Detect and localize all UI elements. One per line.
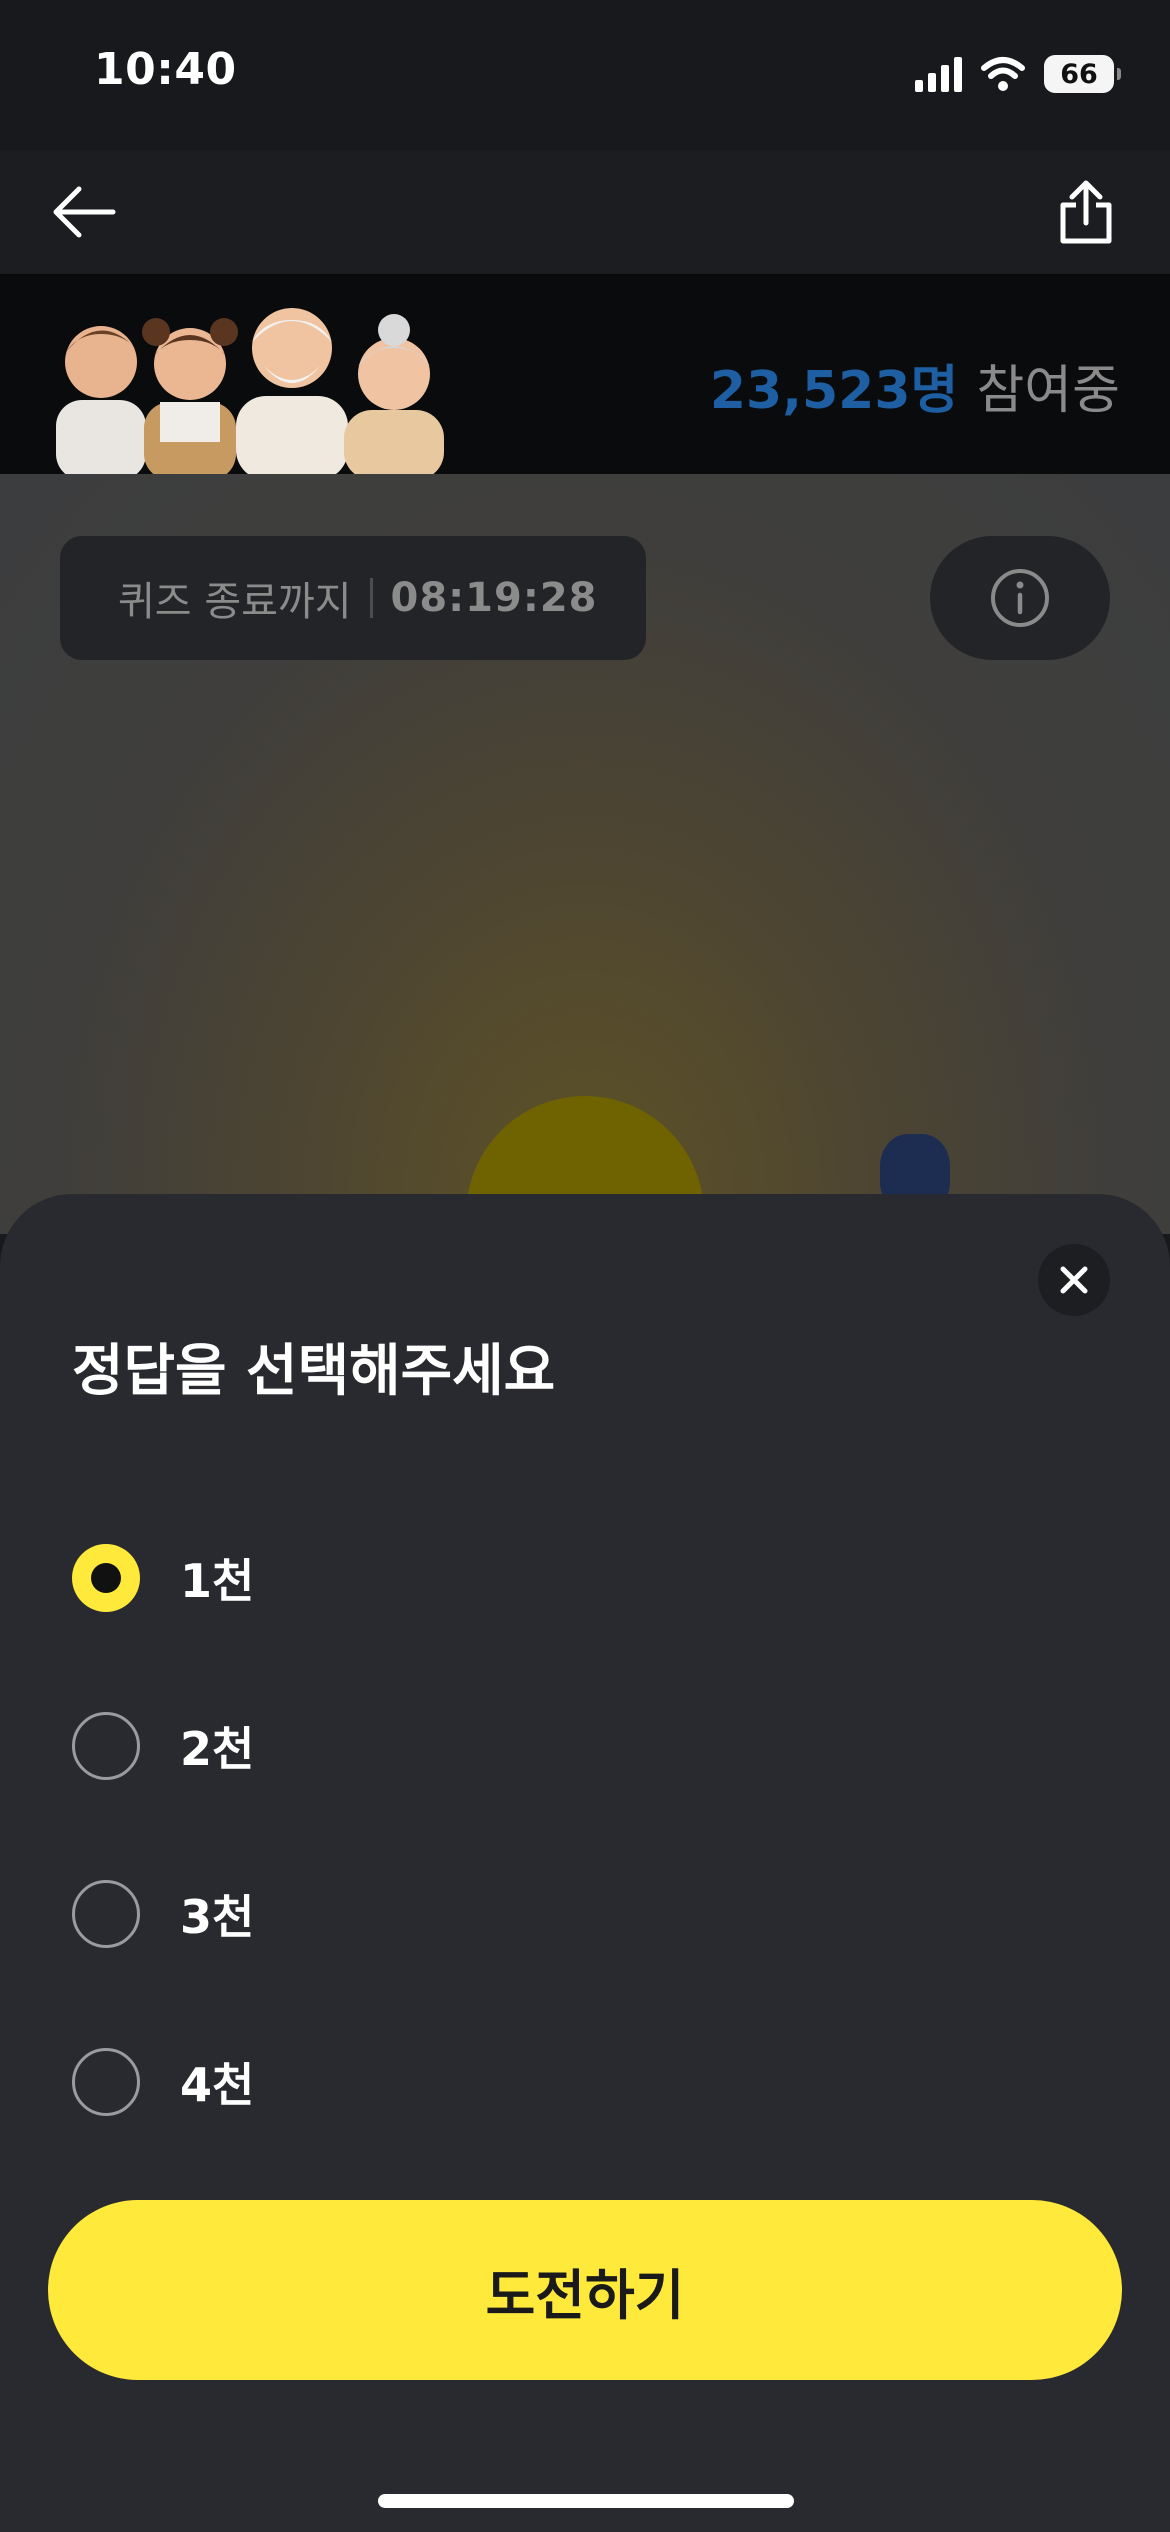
battery-icon: 66	[1044, 55, 1121, 93]
timer-divider	[369, 578, 373, 618]
battery-nub	[1117, 68, 1121, 80]
wifi-icon	[981, 57, 1025, 91]
answer-option-2[interactable]: 2천	[72, 1662, 1072, 1830]
answer-option-label: 2천	[180, 1722, 255, 1776]
sheet-title: 정답을 선택해주세요	[72, 1339, 556, 1404]
participant-suffix: 참여중	[976, 361, 1120, 421]
radio-unselected-icon[interactable]	[72, 1880, 140, 1948]
nav-bar	[0, 150, 1170, 274]
quiz-screen: 10:40 66 23,523명 참여중 퀴즈 종료까지 08:19:28 정답…	[0, 0, 1170, 2532]
home-indicator	[378, 2494, 794, 2508]
status-bar: 10:40 66	[0, 0, 1170, 150]
status-time: 10:40	[94, 44, 237, 95]
family-illustration	[56, 308, 444, 474]
timer-label: 퀴즈 종료까지	[118, 579, 352, 625]
share-button[interactable]	[1046, 172, 1126, 252]
participants-banner: 23,523명 참여중	[0, 274, 1170, 474]
radio-unselected-icon[interactable]	[72, 2048, 140, 2116]
participant-count: 23,523명	[709, 361, 959, 421]
participant-counter: 23,523명 참여중	[710, 348, 1120, 423]
answer-options: 1천 2천 3천 4천	[72, 1494, 1072, 2166]
close-icon	[1060, 1266, 1088, 1294]
answer-sheet: 정답을 선택해주세요 1천 2천 3천 4천 도전하기	[0, 1194, 1170, 2532]
quiz-timer: 퀴즈 종료까지 08:19:28	[60, 536, 646, 660]
back-button[interactable]	[44, 172, 124, 252]
status-icons: 66	[915, 52, 1121, 96]
info-button[interactable]	[930, 536, 1110, 660]
battery-level: 66	[1060, 58, 1098, 90]
answer-option-4[interactable]: 4천	[72, 1998, 1072, 2166]
info-icon	[991, 569, 1049, 627]
answer-option-3[interactable]: 3천	[72, 1830, 1072, 1998]
quiz-content: 퀴즈 종료까지 08:19:28	[0, 474, 1170, 1234]
timer-value: 08:19:28	[390, 575, 598, 621]
signal-icon	[915, 56, 962, 92]
radio-selected-icon[interactable]	[72, 1544, 140, 1612]
close-button[interactable]	[1038, 1244, 1110, 1316]
submit-button[interactable]: 도전하기	[48, 2200, 1122, 2380]
answer-option-label: 1천	[180, 1554, 255, 1608]
arrow-left-icon	[53, 186, 116, 238]
answer-option-label: 3천	[180, 1890, 255, 1944]
radio-unselected-icon[interactable]	[72, 1712, 140, 1780]
answer-option-1[interactable]: 1천	[72, 1494, 1072, 1662]
share-icon	[1060, 180, 1112, 244]
answer-option-label: 4천	[180, 2058, 255, 2112]
